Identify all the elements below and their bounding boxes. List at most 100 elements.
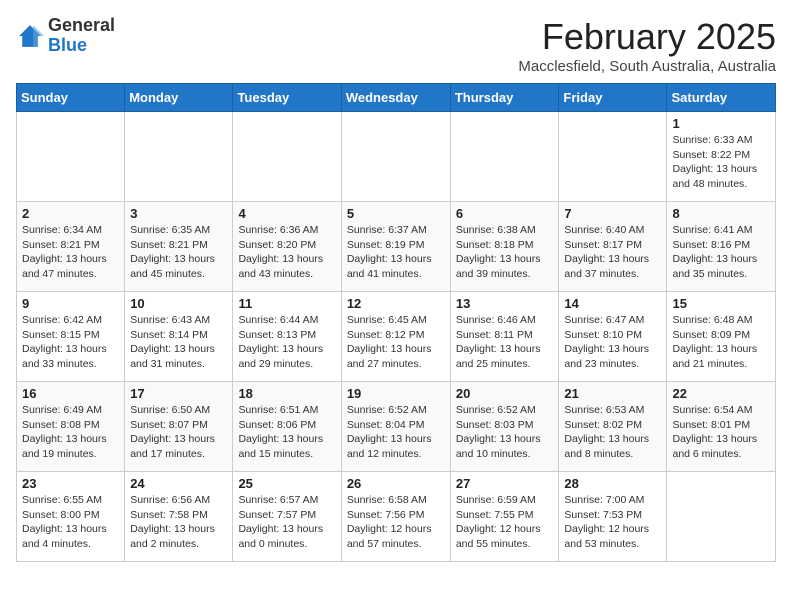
calendar-subtitle: Macclesfield, South Australia, Australia bbox=[518, 58, 776, 75]
day-cell: 25 Sunrise: 6:57 AM Sunset: 7:57 PM Dayli… bbox=[233, 472, 341, 562]
day-number: 21 bbox=[564, 386, 661, 401]
day-number: 4 bbox=[238, 206, 335, 221]
week-row-1: 2 Sunrise: 6:34 AM Sunset: 8:21 PM Daylig… bbox=[17, 202, 776, 292]
day-cell: 16 Sunrise: 6:49 AM Sunset: 8:08 PM Dayli… bbox=[17, 382, 125, 472]
day-info: Sunrise: 6:43 AM Sunset: 8:14 PM Dayligh… bbox=[130, 313, 227, 372]
day-cell: 8 Sunrise: 6:41 AM Sunset: 8:16 PM Daylig… bbox=[667, 202, 776, 292]
day-number: 1 bbox=[672, 116, 770, 131]
day-number: 9 bbox=[22, 296, 119, 311]
day-info: Sunrise: 6:53 AM Sunset: 8:02 PM Dayligh… bbox=[564, 403, 661, 462]
title-block: February 2025 Macclesfield, South Austra… bbox=[518, 16, 776, 75]
day-info: Sunrise: 6:48 AM Sunset: 8:09 PM Dayligh… bbox=[672, 313, 770, 372]
day-number: 14 bbox=[564, 296, 661, 311]
logo-general-text: General bbox=[48, 15, 115, 35]
day-number: 7 bbox=[564, 206, 661, 221]
day-cell: 28Sunrise: 7:00 AM Sunset: 7:53 PM Dayli… bbox=[559, 472, 667, 562]
day-cell: 15 Sunrise: 6:48 AM Sunset: 8:09 PM Dayli… bbox=[667, 292, 776, 382]
day-number: 19 bbox=[347, 386, 445, 401]
day-info: Sunrise: 7:00 AM Sunset: 7:53 PM Dayligh… bbox=[564, 493, 661, 552]
day-cell: 20Sunrise: 6:52 AM Sunset: 8:03 PM Dayli… bbox=[450, 382, 559, 472]
logo-icon bbox=[16, 22, 44, 50]
weekday-header-saturday: Saturday bbox=[667, 84, 776, 112]
day-info: Sunrise: 6:45 AM Sunset: 8:12 PM Dayligh… bbox=[347, 313, 445, 372]
day-info: Sunrise: 6:52 AM Sunset: 8:04 PM Dayligh… bbox=[347, 403, 445, 462]
logo: General Blue bbox=[16, 16, 115, 56]
day-number: 15 bbox=[672, 296, 770, 311]
day-cell: 23Sunrise: 6:55 AM Sunset: 8:00 PM Dayli… bbox=[17, 472, 125, 562]
day-number: 18 bbox=[238, 386, 335, 401]
week-row-3: 16 Sunrise: 6:49 AM Sunset: 8:08 PM Dayli… bbox=[17, 382, 776, 472]
day-info: Sunrise: 6:59 AM Sunset: 7:55 PM Dayligh… bbox=[456, 493, 554, 552]
day-info: Sunrise: 6:41 AM Sunset: 8:16 PM Dayligh… bbox=[672, 223, 770, 282]
day-info: Sunrise: 6:47 AM Sunset: 8:10 PM Dayligh… bbox=[564, 313, 661, 372]
day-info: Sunrise: 6:34 AM Sunset: 8:21 PM Dayligh… bbox=[22, 223, 119, 282]
day-cell: 24 Sunrise: 6:56 AM Sunset: 7:58 PM Dayli… bbox=[125, 472, 233, 562]
day-info: Sunrise: 6:56 AM Sunset: 7:58 PM Dayligh… bbox=[130, 493, 227, 552]
day-cell: 2 Sunrise: 6:34 AM Sunset: 8:21 PM Daylig… bbox=[17, 202, 125, 292]
day-info: Sunrise: 6:36 AM Sunset: 8:20 PM Dayligh… bbox=[238, 223, 335, 282]
day-cell: 9 Sunrise: 6:42 AM Sunset: 8:15 PM Daylig… bbox=[17, 292, 125, 382]
day-number: 8 bbox=[672, 206, 770, 221]
day-cell: 27 Sunrise: 6:59 AM Sunset: 7:55 PM Dayli… bbox=[450, 472, 559, 562]
day-cell bbox=[667, 472, 776, 562]
weekday-header-row: SundayMondayTuesdayWednesdayThursdayFrid… bbox=[17, 84, 776, 112]
day-cell: 13 Sunrise: 6:46 AM Sunset: 8:11 PM Dayli… bbox=[450, 292, 559, 382]
day-number: 6 bbox=[456, 206, 554, 221]
week-row-4: 23Sunrise: 6:55 AM Sunset: 8:00 PM Dayli… bbox=[17, 472, 776, 562]
day-number: 26 bbox=[347, 476, 445, 491]
day-cell: 4 Sunrise: 6:36 AM Sunset: 8:20 PM Daylig… bbox=[233, 202, 341, 292]
weekday-header-friday: Friday bbox=[559, 84, 667, 112]
day-info: Sunrise: 6:42 AM Sunset: 8:15 PM Dayligh… bbox=[22, 313, 119, 372]
day-info: Sunrise: 6:49 AM Sunset: 8:08 PM Dayligh… bbox=[22, 403, 119, 462]
day-info: Sunrise: 6:58 AM Sunset: 7:56 PM Dayligh… bbox=[347, 493, 445, 552]
week-row-0: 1Sunrise: 6:33 AM Sunset: 8:22 PM Daylig… bbox=[17, 112, 776, 202]
day-cell: 11 Sunrise: 6:44 AM Sunset: 8:13 PM Dayli… bbox=[233, 292, 341, 382]
weekday-header-tuesday: Tuesday bbox=[233, 84, 341, 112]
day-info: Sunrise: 6:52 AM Sunset: 8:03 PM Dayligh… bbox=[456, 403, 554, 462]
weekday-header-thursday: Thursday bbox=[450, 84, 559, 112]
day-number: 24 bbox=[130, 476, 227, 491]
day-info: Sunrise: 6:37 AM Sunset: 8:19 PM Dayligh… bbox=[347, 223, 445, 282]
weekday-header-sunday: Sunday bbox=[17, 84, 125, 112]
weekday-header-wednesday: Wednesday bbox=[341, 84, 450, 112]
day-number: 27 bbox=[456, 476, 554, 491]
day-info: Sunrise: 6:51 AM Sunset: 8:06 PM Dayligh… bbox=[238, 403, 335, 462]
day-number: 2 bbox=[22, 206, 119, 221]
day-info: Sunrise: 6:50 AM Sunset: 8:07 PM Dayligh… bbox=[130, 403, 227, 462]
day-info: Sunrise: 6:35 AM Sunset: 8:21 PM Dayligh… bbox=[130, 223, 227, 282]
page-header: General Blue February 2025 Macclesfield,… bbox=[16, 16, 776, 75]
day-info: Sunrise: 6:46 AM Sunset: 8:11 PM Dayligh… bbox=[456, 313, 554, 372]
calendar-table: SundayMondayTuesdayWednesdayThursdayFrid… bbox=[16, 83, 776, 562]
day-info: Sunrise: 6:57 AM Sunset: 7:57 PM Dayligh… bbox=[238, 493, 335, 552]
day-number: 17 bbox=[130, 386, 227, 401]
day-cell: 1Sunrise: 6:33 AM Sunset: 8:22 PM Daylig… bbox=[667, 112, 776, 202]
weekday-header-monday: Monday bbox=[125, 84, 233, 112]
day-cell bbox=[341, 112, 450, 202]
day-info: Sunrise: 6:54 AM Sunset: 8:01 PM Dayligh… bbox=[672, 403, 770, 462]
day-number: 11 bbox=[238, 296, 335, 311]
day-cell: 10Sunrise: 6:43 AM Sunset: 8:14 PM Dayli… bbox=[125, 292, 233, 382]
day-info: Sunrise: 6:40 AM Sunset: 8:17 PM Dayligh… bbox=[564, 223, 661, 282]
day-info: Sunrise: 6:55 AM Sunset: 8:00 PM Dayligh… bbox=[22, 493, 119, 552]
day-cell: 18 Sunrise: 6:51 AM Sunset: 8:06 PM Dayli… bbox=[233, 382, 341, 472]
day-cell: 7 Sunrise: 6:40 AM Sunset: 8:17 PM Daylig… bbox=[559, 202, 667, 292]
day-cell: 17 Sunrise: 6:50 AM Sunset: 8:07 PM Dayli… bbox=[125, 382, 233, 472]
day-cell bbox=[233, 112, 341, 202]
day-cell: 22 Sunrise: 6:54 AM Sunset: 8:01 PM Dayli… bbox=[667, 382, 776, 472]
day-cell: 5Sunrise: 6:37 AM Sunset: 8:19 PM Daylig… bbox=[341, 202, 450, 292]
calendar-title: February 2025 bbox=[518, 16, 776, 58]
day-info: Sunrise: 6:44 AM Sunset: 8:13 PM Dayligh… bbox=[238, 313, 335, 372]
day-number: 16 bbox=[22, 386, 119, 401]
day-number: 13 bbox=[456, 296, 554, 311]
day-cell: 21 Sunrise: 6:53 AM Sunset: 8:02 PM Dayli… bbox=[559, 382, 667, 472]
day-cell: 14 Sunrise: 6:47 AM Sunset: 8:10 PM Dayli… bbox=[559, 292, 667, 382]
day-cell: 19 Sunrise: 6:52 AM Sunset: 8:04 PM Dayli… bbox=[341, 382, 450, 472]
day-number: 25 bbox=[238, 476, 335, 491]
day-cell bbox=[450, 112, 559, 202]
day-cell: 6Sunrise: 6:38 AM Sunset: 8:18 PM Daylig… bbox=[450, 202, 559, 292]
day-number: 3 bbox=[130, 206, 227, 221]
day-number: 12 bbox=[347, 296, 445, 311]
logo-blue-text: Blue bbox=[48, 35, 87, 55]
day-cell: 3 Sunrise: 6:35 AM Sunset: 8:21 PM Daylig… bbox=[125, 202, 233, 292]
day-number: 22 bbox=[672, 386, 770, 401]
